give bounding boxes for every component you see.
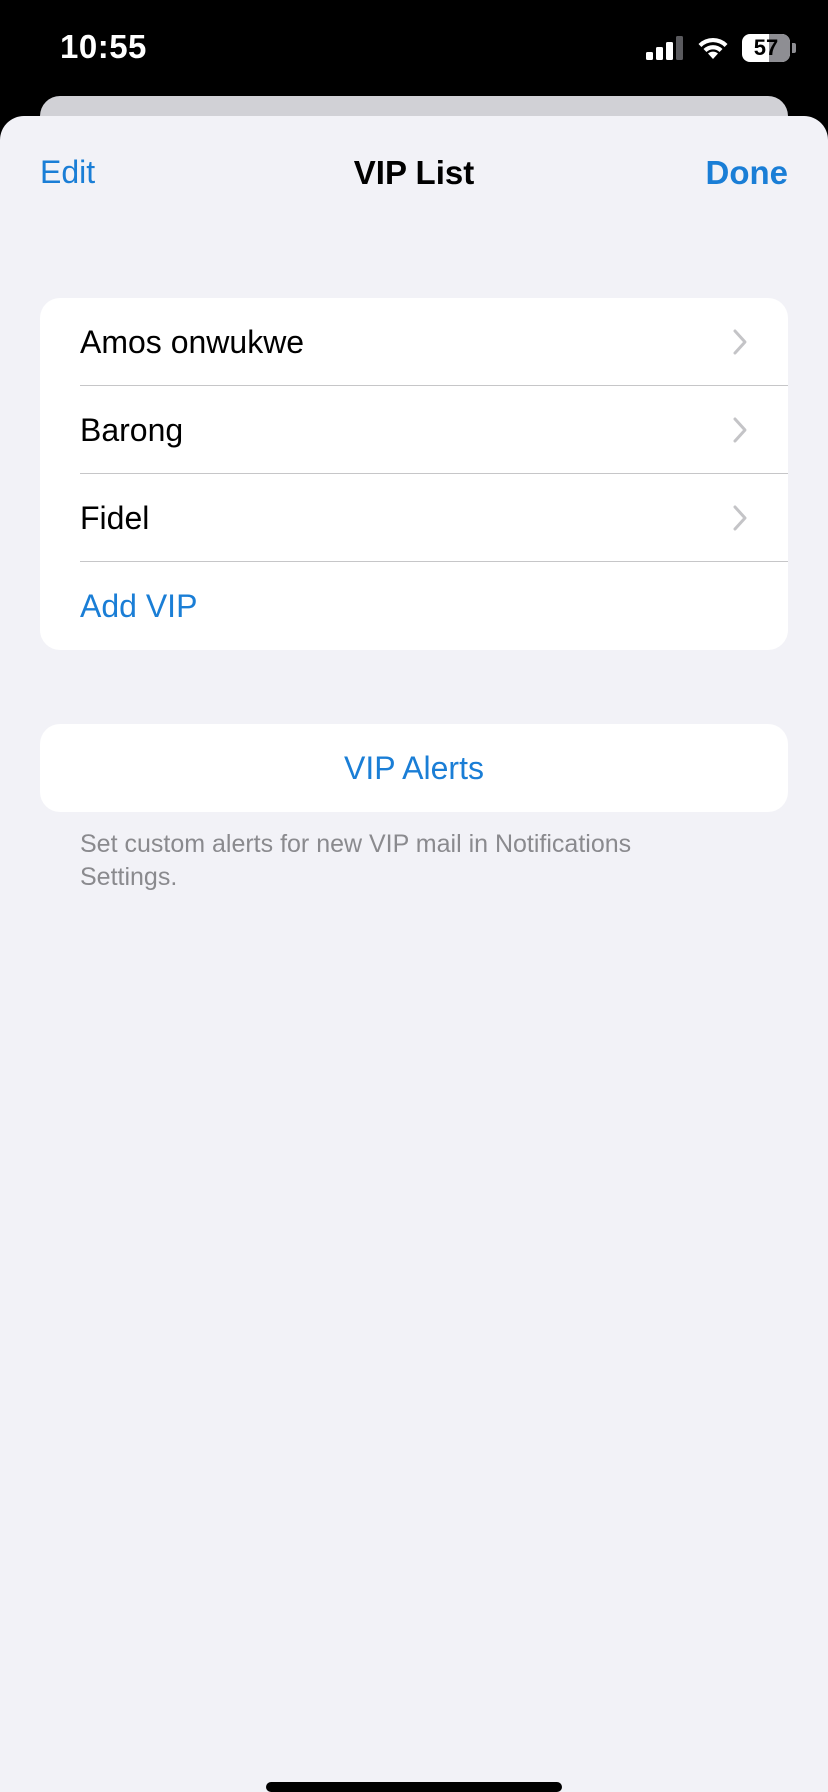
vip-row-barong[interactable]: Barong	[40, 386, 788, 474]
battery-body: 57	[742, 34, 790, 62]
page-title: VIP List	[353, 154, 475, 191]
vip-list-sheet: Edit VIP List Done Amos onwukwe Barong F…	[0, 116, 828, 1792]
battery-icon: 57	[742, 34, 796, 62]
status-icons: 57	[646, 34, 796, 62]
done-button[interactable]: Done	[706, 154, 789, 192]
battery-level: 57	[753, 35, 779, 60]
screen: 10:55 57 Edit VIP List Done Amos onwukwe…	[0, 0, 828, 1792]
wifi-icon	[698, 37, 728, 59]
vip-name: Barong	[80, 411, 184, 448]
vip-name: Amos onwukwe	[80, 323, 305, 360]
vip-alerts-button[interactable]: VIP Alerts	[40, 724, 788, 812]
vip-list-group: Amos onwukwe Barong Fidel Add VIP	[40, 298, 788, 650]
chevron-right-icon	[733, 417, 747, 443]
home-indicator[interactable]	[266, 1782, 562, 1792]
add-vip-button[interactable]: Add VIP	[40, 562, 788, 650]
vip-name: Fidel	[80, 499, 150, 536]
chevron-right-icon	[733, 329, 747, 355]
nav-bar: Edit VIP List Done	[0, 116, 828, 228]
chevron-right-icon	[733, 505, 747, 531]
signal-icon	[646, 36, 683, 60]
vip-alerts-label: VIP Alerts	[344, 749, 484, 786]
vip-row-fidel[interactable]: Fidel	[40, 474, 788, 562]
vip-alerts-footer-note: Set custom alerts for new VIP mail in No…	[80, 830, 632, 891]
status-time: 10:55	[60, 28, 147, 65]
add-vip-label: Add VIP	[80, 587, 198, 624]
status-bar: 10:55 57	[0, 0, 828, 96]
vip-row-amos-onwukwe[interactable]: Amos onwukwe	[40, 298, 788, 386]
battery-cap	[792, 43, 796, 53]
